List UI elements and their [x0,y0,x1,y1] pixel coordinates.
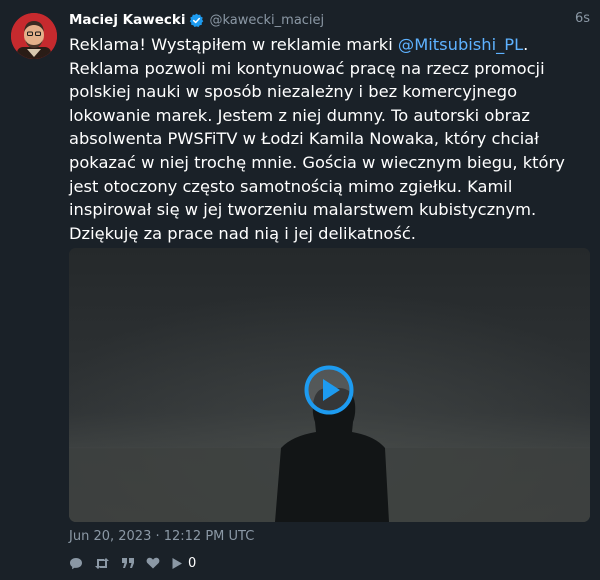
video-thumbnail[interactable] [69,248,590,522]
play-views-icon[interactable] [171,557,183,570]
play-button-icon[interactable] [304,365,354,415]
tweet-card: Maciej Kawecki @kawecki_maciej 6s Reklam… [0,0,600,580]
comment-icon[interactable] [69,557,83,570]
tweet-relative-time[interactable]: 6s [575,11,590,26]
quote-icon[interactable] [121,557,135,569]
play-count: 0 [188,555,197,571]
tweet-date[interactable]: Jun 20, 2023 · 12:12 PM UTC [69,529,254,544]
retweet-icon[interactable] [94,557,110,570]
tweet-text-start: Reklama! Wystąpiłem w reklamie marki [69,35,398,54]
heart-icon[interactable] [146,557,160,569]
tweet-header: Maciej Kawecki @kawecki_maciej 6s [69,10,590,30]
tweet-text: Reklama! Wystąpiłem w reklamie marki @Mi… [69,33,589,245]
verified-badge-icon [189,13,204,28]
tweet-actions: 0 [69,554,196,572]
mention-link[interactable]: @Mitsubishi_PL [398,35,523,54]
author-handle[interactable]: @kawecki_maciej [209,13,324,28]
avatar[interactable] [11,13,57,59]
tweet-text-rest: . Reklama pozwoli mi kontynuować pracę n… [69,35,565,243]
author-name[interactable]: Maciej Kawecki [69,12,185,28]
